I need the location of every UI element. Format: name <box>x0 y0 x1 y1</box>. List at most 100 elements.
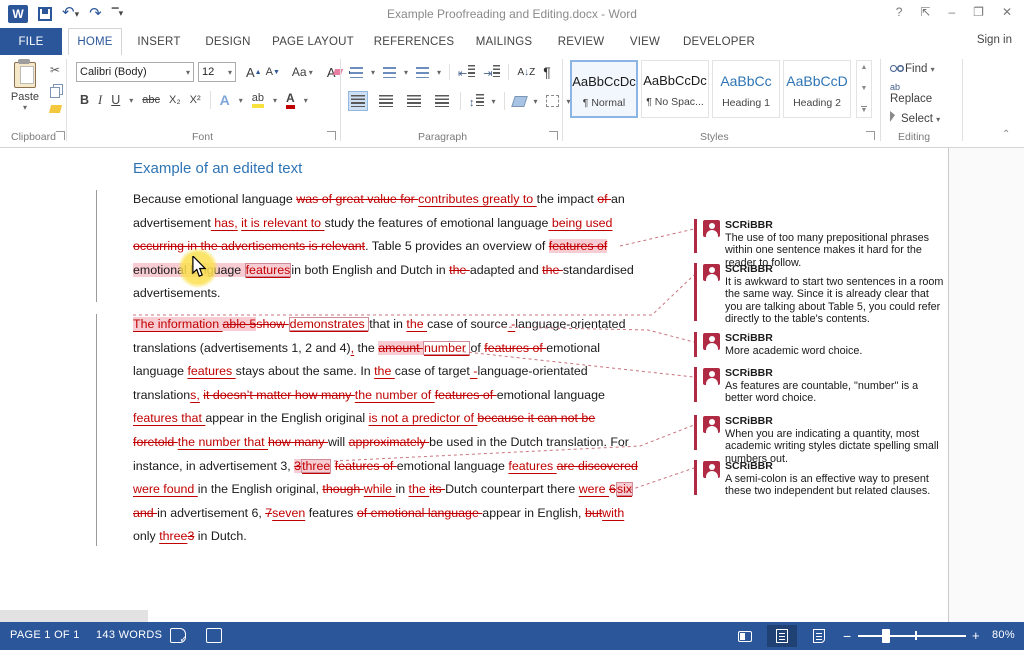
format-painter-icon[interactable] <box>49 105 62 113</box>
read-mode-button[interactable] <box>730 625 760 647</box>
text-run: case of source <box>427 317 508 331</box>
style-card-heading-2[interactable]: AaBbCcDHeading 2 <box>783 60 851 118</box>
tab-insert[interactable]: INSERT <box>128 28 190 55</box>
find-button[interactable]: Find ▾ <box>890 63 940 75</box>
style-card--normal[interactable]: AaBbCcDc¶ Normal <box>570 60 638 118</box>
copy-icon[interactable] <box>50 87 60 98</box>
justify-button[interactable] <box>432 91 452 111</box>
style-card-heading-1[interactable]: AaBbCcHeading 1 <box>712 60 780 118</box>
paste-dropdown-arrow[interactable]: ▾ <box>6 103 44 112</box>
cut-icon[interactable]: ✂ <box>50 63 61 77</box>
multilevel-list-button[interactable] <box>416 67 429 78</box>
help-icon[interactable]: ? <box>896 5 903 19</box>
font-size-combo[interactable]: 12▾ <box>198 62 236 82</box>
comment-4[interactable]: SCRiBBRAs features are countable, "numbe… <box>703 367 946 405</box>
tab-mailings[interactable]: MAILINGS <box>466 28 542 55</box>
tab-file[interactable]: FILE <box>0 28 62 55</box>
font-color-button[interactable]: A <box>286 91 295 109</box>
font-color-dropdown-arrow[interactable]: ▾ <box>304 96 308 105</box>
tab-home[interactable]: HOME <box>68 28 122 55</box>
ribbon-display-options-icon[interactable]: ⇱ <box>920 5 930 19</box>
text-run: six <box>616 482 633 496</box>
minimize-icon[interactable]: – <box>948 5 955 19</box>
word-count-indicator[interactable]: 143 WORDS <box>96 629 162 641</box>
comment-3[interactable]: SCRiBBRMore academic word choice. <box>703 332 946 357</box>
grow-font-button[interactable]: A▲ <box>246 65 262 80</box>
collapse-ribbon-icon[interactable]: ⌃ <box>1002 129 1010 140</box>
replace-button[interactable]: abReplace <box>890 81 940 105</box>
text-effects-button[interactable]: A <box>220 92 230 108</box>
paragraph-dialog-launcher-icon[interactable] <box>549 131 558 140</box>
tab-design[interactable]: DESIGN <box>196 28 260 55</box>
comment-2[interactable]: SCRiBBRIt is awkward to start two senten… <box>703 263 946 325</box>
comment-6[interactable]: SCRiBBRA semi-colon is an effective way … <box>703 460 946 498</box>
bold-button[interactable]: B <box>80 93 89 107</box>
zoom-percentage[interactable]: 80% <box>992 629 1015 641</box>
tab-page-layout[interactable]: PAGE LAYOUT <box>266 28 360 55</box>
maximize-icon[interactable]: ❐ <box>973 5 984 19</box>
align-right-button[interactable] <box>404 91 424 111</box>
zoom-slider-thumb[interactable] <box>882 629 890 643</box>
styles-more-icon[interactable]: ▼ <box>861 106 868 114</box>
changed-lines-bar <box>96 314 97 546</box>
sign-in-link[interactable]: Sign in <box>977 34 1012 46</box>
comment-5[interactable]: SCRiBBRWhen you are indicating a quantit… <box>703 415 946 465</box>
comment-1[interactable]: SCRiBBRThe use of too many prepositional… <box>703 219 946 269</box>
bullets-button[interactable] <box>350 67 363 78</box>
shrink-font-button[interactable]: A▼ <box>266 66 280 78</box>
underline-button[interactable]: U <box>111 93 120 107</box>
proofing-status-icon[interactable]: ✓ <box>170 628 186 643</box>
underline-dropdown-arrow[interactable]: ▾ <box>129 96 133 105</box>
styles-scroll-up-icon[interactable]: ▲ <box>861 64 868 71</box>
editing-group-label: Editing <box>898 131 930 143</box>
show-hide-paragraph-button[interactable]: ¶ <box>543 64 551 80</box>
tab-view[interactable]: VIEW <box>620 28 670 55</box>
increase-indent-button[interactable]: ⇥ <box>483 65 500 80</box>
zoom-out-button[interactable]: − <box>843 628 851 644</box>
align-left-button[interactable] <box>348 91 368 111</box>
text-run: while <box>364 482 396 496</box>
style-card--no-spac-[interactable]: AaBbCcDc¶ No Spac... <box>641 60 709 118</box>
text-run: seven <box>272 506 305 520</box>
paste-button[interactable]: Paste ▾ <box>6 60 44 112</box>
close-icon[interactable]: ✕ <box>1002 5 1012 19</box>
font-family-combo[interactable]: Calibri (Body)▾ <box>76 62 194 82</box>
web-layout-button[interactable] <box>804 625 834 647</box>
font-dialog-launcher-icon[interactable] <box>327 131 336 140</box>
bullets-dropdown-arrow[interactable]: ▾ <box>371 68 375 77</box>
change-case-button[interactable]: Aa ▾ <box>292 65 313 79</box>
numbering-dropdown-arrow[interactable]: ▾ <box>404 68 408 77</box>
strikethrough-button[interactable]: abc <box>142 94 160 106</box>
borders-button[interactable] <box>546 95 559 107</box>
zoom-in-button[interactable]: + <box>972 628 980 643</box>
select-button[interactable]: Select ▾ <box>890 111 940 125</box>
align-center-button[interactable] <box>376 91 396 111</box>
shading-dropdown-arrow[interactable]: ▾ <box>534 97 538 106</box>
sort-button[interactable]: A↓Z <box>517 67 535 78</box>
italic-button[interactable]: I <box>98 93 102 108</box>
subscript-button[interactable]: X₂ <box>169 94 181 106</box>
shading-button[interactable] <box>511 96 528 107</box>
numbering-button[interactable] <box>383 67 396 78</box>
paste-icon <box>14 62 36 88</box>
superscript-button[interactable]: X² <box>190 94 201 106</box>
multilevel-dropdown-arrow[interactable]: ▾ <box>437 68 441 77</box>
zoom-slider-track[interactable] <box>858 635 966 637</box>
tab-references[interactable]: REFERENCES <box>368 28 460 55</box>
decrease-indent-button[interactable]: ⇤ <box>458 65 475 80</box>
highlight-color-button[interactable]: ab <box>252 92 264 108</box>
line-spacing-button[interactable]: ↕ <box>469 94 484 109</box>
text-line: translations (advertisements 1, 2 and 4)… <box>133 337 638 361</box>
line-spacing-dropdown-arrow[interactable]: ▾ <box>492 97 496 106</box>
document-canvas[interactable]: Example of an edited text Because emotio… <box>0 148 1024 622</box>
tab-review[interactable]: REVIEW <box>548 28 614 55</box>
macro-recording-icon[interactable] <box>206 628 222 643</box>
text-run: three <box>159 529 187 543</box>
page-indicator[interactable]: PAGE 1 OF 1 <box>10 629 80 641</box>
highlight-dropdown-arrow[interactable]: ▾ <box>273 96 277 105</box>
clipboard-dialog-launcher-icon[interactable] <box>56 131 65 140</box>
print-layout-button[interactable] <box>767 625 797 647</box>
tab-developer[interactable]: DEVELOPER <box>676 28 762 55</box>
styles-dialog-launcher-icon[interactable] <box>866 131 875 140</box>
styles-scroll-down-icon[interactable]: ▼ <box>861 85 868 92</box>
